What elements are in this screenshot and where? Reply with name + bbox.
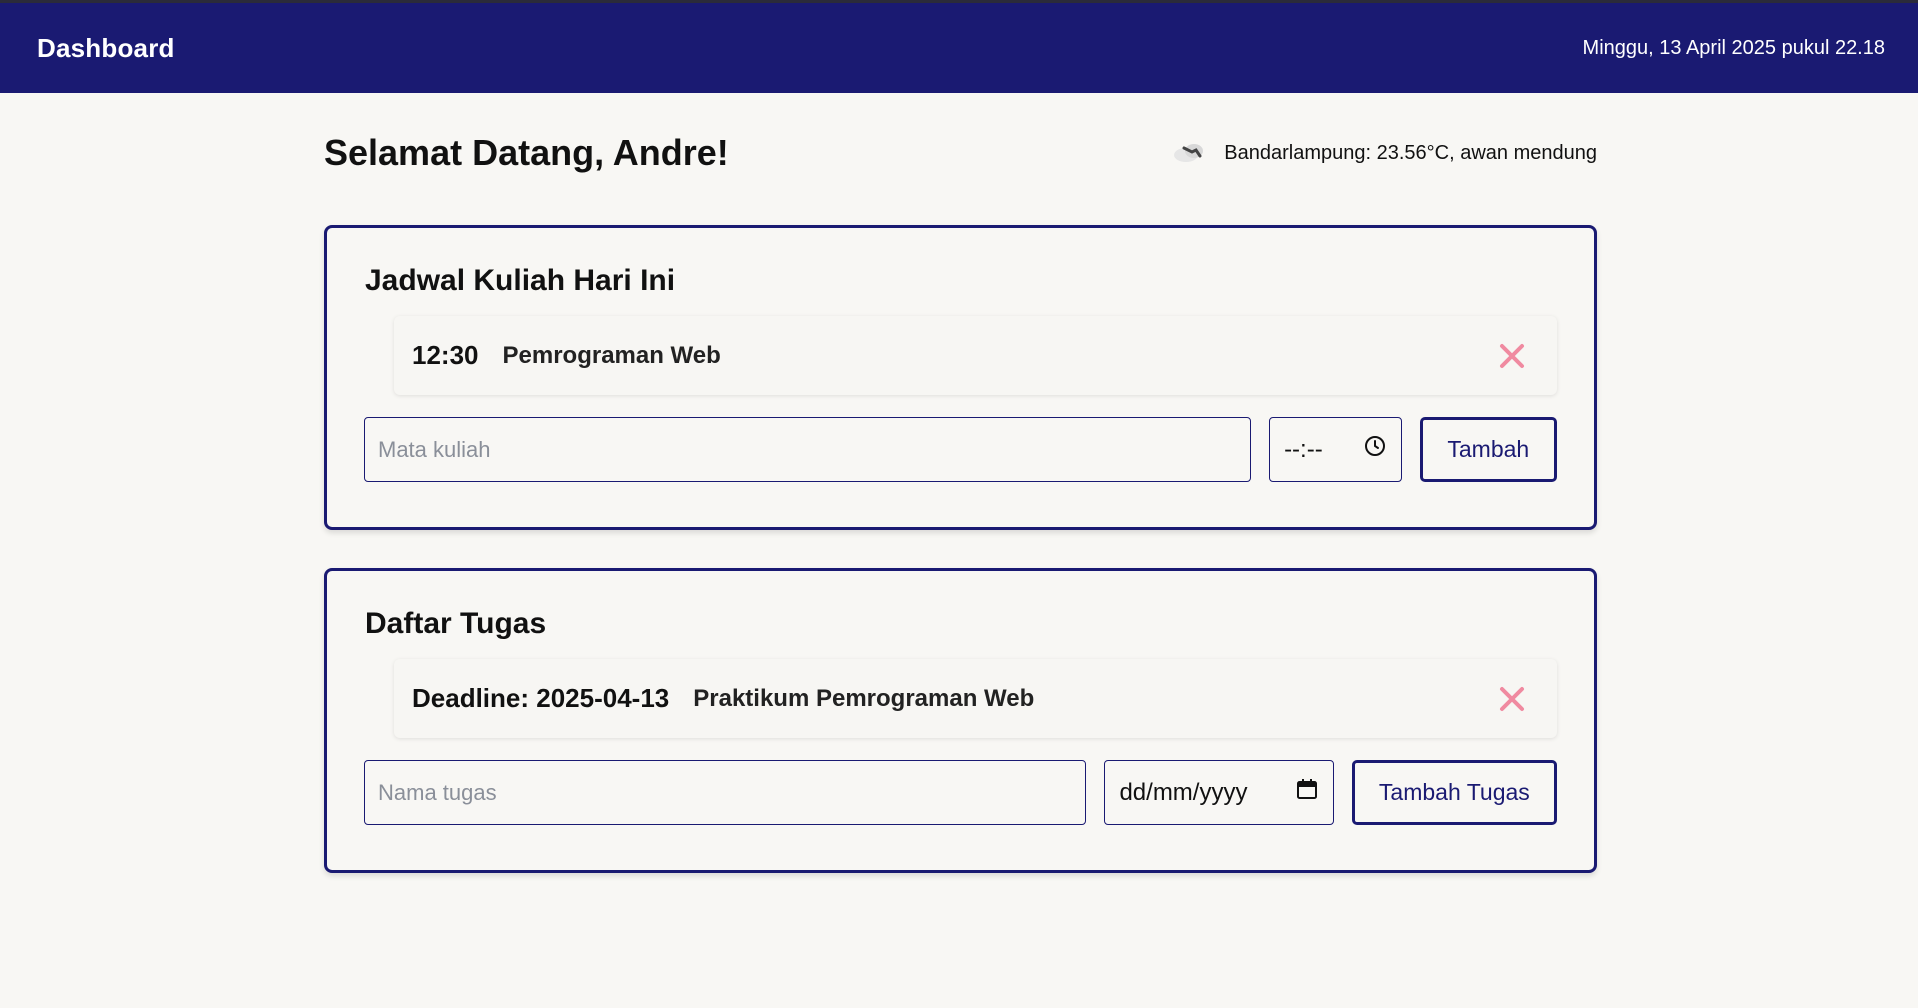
welcome-heading: Selamat Datang, Andre! [324,132,729,173]
clock-icon [1364,435,1386,464]
date-input-placeholder: dd/mm/yyyy [1119,778,1248,806]
schedule-item: 12:30 Pemrograman Web [394,316,1557,395]
calendar-icon [1296,778,1318,807]
cloud-icon [1170,140,1208,166]
main-content: Selamat Datang, Andre! Bandarlampung: 23… [324,93,1597,911]
time-input-placeholder: --:-- [1284,435,1323,463]
delete-task-button[interactable] [1497,684,1527,714]
welcome-row: Selamat Datang, Andre! Bandarlampung: 23… [324,93,1597,213]
current-datetime: Minggu, 13 April 2025 pukul 22.18 [1582,36,1885,59]
delete-schedule-button[interactable] [1497,341,1527,371]
schedule-card: Jadwal Kuliah Hari Ini 12:30 Pemrograman… [324,225,1597,530]
task-item: Deadline: 2025-04-13 Praktikum Pemrogram… [394,659,1557,738]
top-navbar: Dashboard Minggu, 13 April 2025 pukul 22… [0,0,1918,93]
close-icon [1500,686,1524,711]
date-input[interactable]: dd/mm/yyyy [1104,760,1334,825]
course-input[interactable] [364,417,1252,482]
time-input[interactable]: --:-- [1269,417,1402,482]
app-title: Dashboard [37,32,175,63]
tasks-card: Daftar Tugas Deadline: 2025-04-13 Prakti… [324,568,1597,873]
schedule-item-time: 12:30 [412,340,479,370]
add-task-button[interactable]: Tambah Tugas [1351,760,1557,825]
task-item-deadline: Deadline: 2025-04-13 [412,683,670,713]
schedule-form: --:-- Tambah [364,417,1557,482]
tasks-title: Daftar Tugas [365,607,547,640]
weather-widget: Bandarlampung: 23.56°C, awan mendung [1170,140,1597,166]
close-icon [1500,343,1524,368]
schedule-item-course: Pemrograman Web [502,341,721,369]
task-item-name: Praktikum Pemrograman Web [693,684,1035,712]
add-schedule-button[interactable]: Tambah [1419,417,1557,482]
weather-text: Bandarlampung: 23.56°C, awan mendung [1224,141,1597,164]
task-form: dd/mm/yyyy Tambah Tugas [364,760,1557,825]
schedule-title: Jadwal Kuliah Hari Ini [365,264,676,297]
task-name-input[interactable] [364,760,1087,825]
